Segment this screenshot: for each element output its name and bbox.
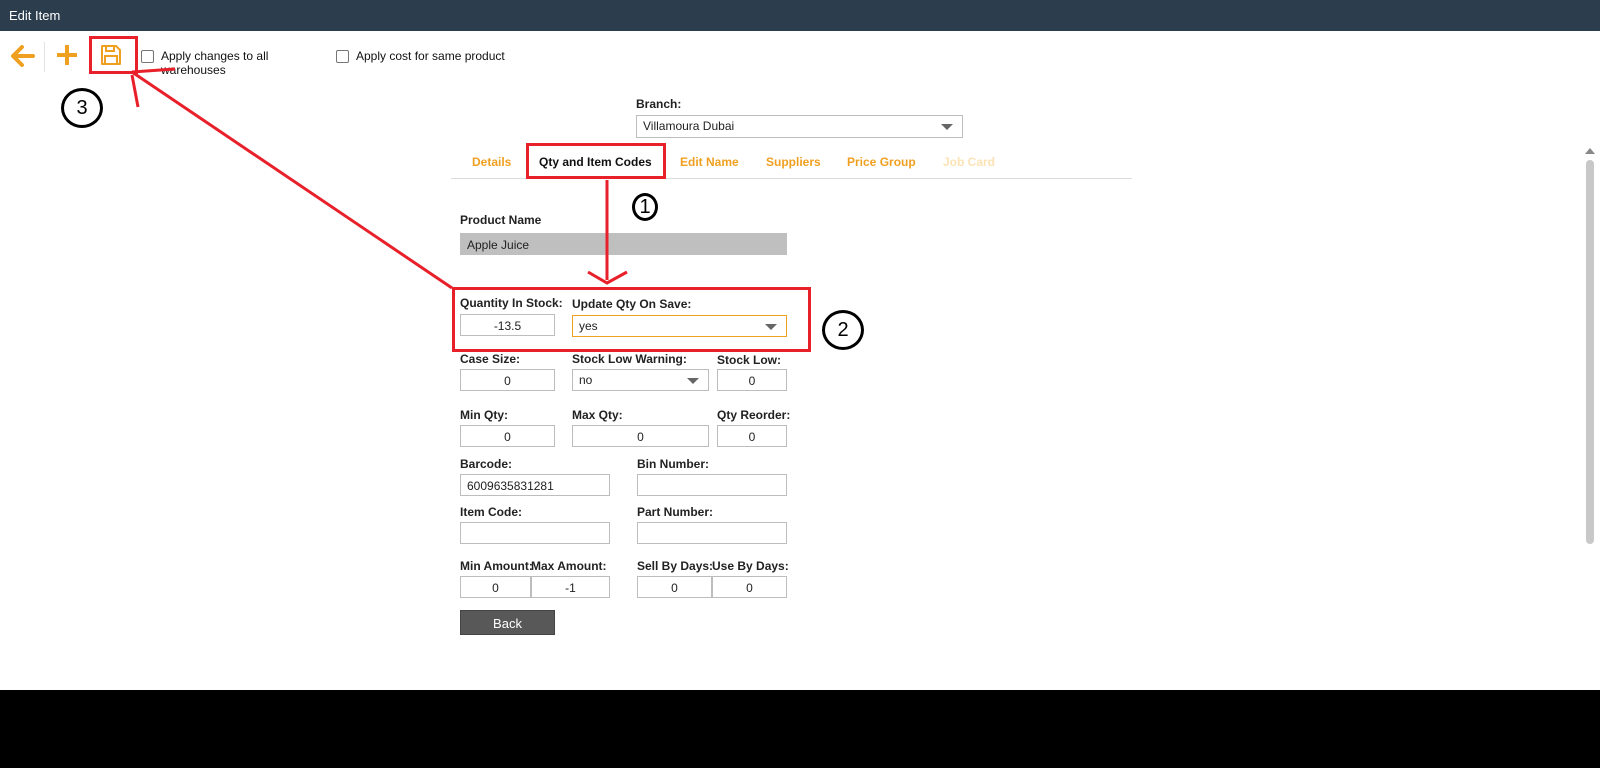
max-qty-field[interactable]: 0 bbox=[572, 425, 709, 447]
qty-reorder-field[interactable]: 0 bbox=[717, 425, 787, 447]
chevron-down-icon bbox=[941, 124, 953, 130]
max-amount-label: Max Amount: bbox=[531, 559, 607, 573]
apply-cost-same-product-checkbox[interactable]: Apply cost for same product bbox=[336, 49, 505, 63]
toolbar-separator bbox=[44, 42, 45, 72]
branch-value: Villamoura Dubai bbox=[643, 119, 735, 133]
item-code-label: Item Code: bbox=[460, 505, 523, 519]
barcode-label: Barcode: bbox=[460, 457, 513, 471]
tab-qty-and-item-codes[interactable]: Qty and Item Codes bbox=[539, 155, 652, 169]
min-qty-label: Min Qty: bbox=[460, 408, 508, 422]
use-by-days-label: Use By Days: bbox=[712, 559, 789, 573]
product-name-field: Apple Juice bbox=[460, 233, 787, 255]
update-qty-on-save-select[interactable]: yes bbox=[572, 315, 787, 337]
stock-low-label: Stock Low: bbox=[717, 353, 782, 367]
quantity-in-stock-field[interactable]: -13.5 bbox=[460, 314, 555, 336]
title-bar: Edit Item bbox=[0, 0, 1600, 31]
tab-price-group[interactable]: Price Group bbox=[847, 155, 916, 169]
quantity-in-stock-label: Quantity In Stock: bbox=[460, 296, 563, 310]
stock-low-field[interactable]: 0 bbox=[717, 369, 787, 391]
floppy-save-icon bbox=[101, 45, 121, 65]
bin-number-label: Bin Number: bbox=[637, 457, 709, 471]
arrow-left-icon bbox=[11, 45, 35, 67]
tab-details[interactable]: Details bbox=[472, 155, 511, 169]
add-item-button[interactable] bbox=[55, 43, 79, 67]
annotation-step-3: 3 bbox=[61, 88, 103, 128]
vertical-scrollbar[interactable] bbox=[1586, 160, 1594, 544]
checkbox-box[interactable] bbox=[141, 50, 154, 63]
tab-edit-name[interactable]: Edit Name bbox=[680, 155, 739, 169]
part-number-label: Part Number: bbox=[637, 505, 714, 519]
chevron-down-icon bbox=[687, 378, 699, 384]
branch-select[interactable]: Villamoura Dubai bbox=[636, 115, 963, 138]
apply-all-warehouses-checkbox[interactable]: Apply changes to all warehouses bbox=[141, 49, 291, 77]
product-name-label: Product Name bbox=[460, 213, 542, 227]
bin-number-field[interactable] bbox=[637, 474, 787, 496]
tab-bar: Details Qty and Item Codes Edit Name Sup… bbox=[451, 148, 1132, 179]
sell-by-days-field[interactable]: 0 bbox=[637, 576, 712, 598]
use-by-days-field[interactable]: 0 bbox=[712, 576, 787, 598]
stock-low-warning-label: Stock Low Warning: bbox=[572, 352, 687, 366]
item-code-field[interactable] bbox=[460, 522, 610, 544]
case-size-field[interactable]: 0 bbox=[460, 369, 555, 391]
branch-label: Branch: bbox=[636, 97, 682, 111]
stock-low-warning-select[interactable]: no bbox=[572, 369, 709, 391]
annotation-step-1: 1 bbox=[632, 193, 658, 221]
tab-suppliers[interactable]: Suppliers bbox=[766, 155, 821, 169]
tab-job-card: Job Card bbox=[943, 155, 996, 169]
scroll-up-arrow-icon[interactable] bbox=[1585, 148, 1595, 154]
checkbox-box[interactable] bbox=[336, 50, 349, 63]
min-amount-field[interactable]: 0 bbox=[460, 576, 531, 598]
stock-low-warning-value: no bbox=[579, 373, 593, 387]
plus-icon bbox=[57, 45, 77, 65]
app-window: Edit Item Apply changes to all warehouse… bbox=[0, 0, 1600, 690]
sell-by-days-label: Sell By Days: bbox=[637, 559, 714, 573]
barcode-field[interactable]: 6009635831281 bbox=[460, 474, 610, 496]
annotation-step-2: 2 bbox=[822, 310, 864, 350]
annotation-arrows bbox=[130, 67, 628, 290]
apply-cost-same-product-label: Apply cost for same product bbox=[356, 49, 505, 63]
chevron-down-icon bbox=[765, 324, 777, 330]
window-title: Edit Item bbox=[9, 8, 61, 23]
min-qty-field[interactable]: 0 bbox=[460, 425, 555, 447]
min-amount-label: Min Amount: bbox=[460, 559, 533, 573]
update-qty-on-save-label: Update Qty On Save: bbox=[572, 297, 692, 311]
save-button[interactable] bbox=[99, 43, 123, 67]
case-size-label: Case Size: bbox=[460, 352, 521, 366]
back-arrow-button[interactable] bbox=[10, 43, 36, 69]
max-qty-label: Max Qty: bbox=[572, 408, 623, 422]
back-button[interactable]: Back bbox=[460, 610, 555, 635]
max-amount-field[interactable]: -1 bbox=[531, 576, 610, 598]
part-number-field[interactable] bbox=[637, 522, 787, 544]
update-qty-on-save-value: yes bbox=[579, 319, 598, 333]
qty-reorder-label: Qty Reorder: bbox=[717, 408, 791, 422]
apply-all-warehouses-label: Apply changes to all warehouses bbox=[161, 49, 269, 77]
